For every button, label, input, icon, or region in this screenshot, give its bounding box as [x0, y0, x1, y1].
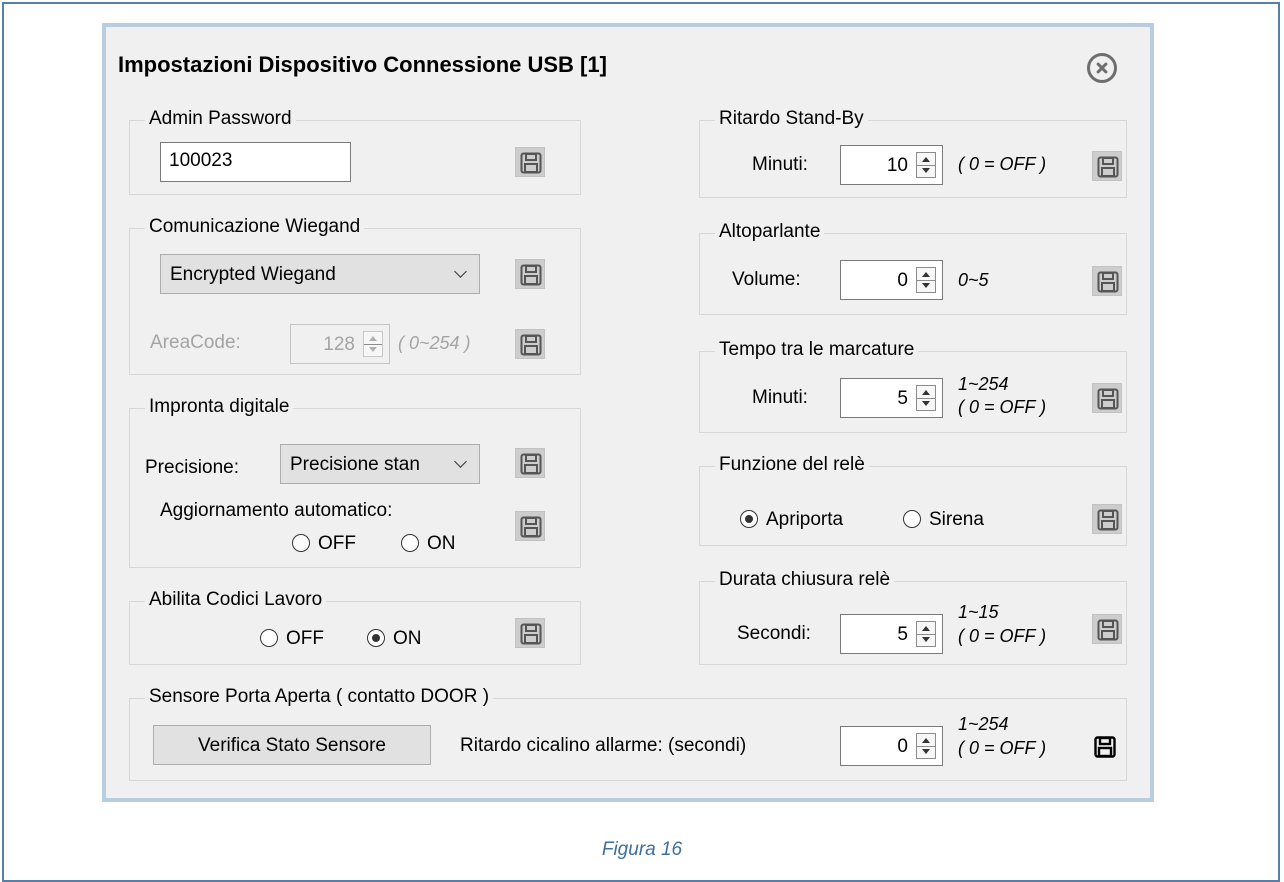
work-codes-off-label: OFF	[286, 628, 324, 649]
relay-duration-group: Durata chiusura relè Secondi: 5 1~15 ( 0…	[699, 568, 1127, 665]
relay-duration-value: 5	[897, 624, 908, 645]
areacode-hint: ( 0~254 )	[398, 333, 471, 353]
precision-select[interactable]: Precisione stan	[280, 444, 480, 484]
work-codes-on-label: ON	[393, 628, 422, 649]
relay-sirena-radio[interactable]: Sirena	[903, 508, 1003, 532]
spinner-arrows-icon[interactable]	[916, 621, 936, 647]
speaker-group: Altoparlante Volume: 0 0~5	[699, 220, 1127, 315]
save-icon[interactable]	[515, 448, 545, 478]
verify-sensor-button[interactable]: Verifica Stato Sensore	[153, 725, 431, 765]
close-icon[interactable]	[1087, 53, 1117, 83]
spinner-arrows-icon[interactable]	[916, 385, 936, 411]
admin-password-input[interactable]: 100023	[160, 142, 351, 182]
standby-group: Ritardo Stand-By Minuti: 10 ( 0 = OFF )	[699, 107, 1127, 198]
spinner-arrows-icon[interactable]	[363, 331, 383, 357]
standby-stepper[interactable]: 10	[840, 145, 943, 185]
save-icon[interactable]	[1089, 731, 1119, 761]
wiegand-legend: Comunicazione Wiegand	[145, 215, 365, 239]
areacode-stepper[interactable]: 128	[290, 324, 390, 364]
relay-duration-legend: Durata chiusura relè	[715, 568, 895, 592]
wiegand-mode-value: Encrypted Wiegand	[170, 264, 336, 285]
save-icon[interactable]	[1092, 151, 1122, 181]
save-icon[interactable]	[1092, 266, 1122, 296]
punch-interval-hint-off: ( 0 = OFF )	[958, 397, 1047, 417]
relay-duration-seconds-label: Secondi:	[737, 623, 811, 644]
speaker-volume-value: 0	[897, 270, 908, 291]
door-sensor-legend: Sensore Porta Aperta ( contatto DOOR )	[145, 685, 494, 709]
areacode-value: 128	[323, 334, 355, 355]
chevron-down-icon	[454, 265, 467, 278]
relay-function-legend: Funzione del relè	[715, 453, 869, 477]
wiegand-group: Comunicazione Wiegand Encrypted Wiegand …	[129, 215, 581, 375]
auto-update-off-radio[interactable]: OFF	[292, 532, 372, 556]
alarm-delay-value: 0	[897, 736, 908, 757]
relay-function-group: Funzione del relè Apriporta Sirena	[699, 453, 1127, 546]
settings-dialog: Impostazioni Dispositivo Connessione USB…	[102, 23, 1154, 802]
standby-value: 10	[886, 155, 908, 176]
auto-update-off-label: OFF	[318, 533, 356, 554]
save-icon[interactable]	[515, 618, 545, 648]
spinner-arrows-icon[interactable]	[916, 152, 936, 178]
work-codes-legend: Abilita Codici Lavoro	[145, 588, 327, 612]
relay-sirena-label: Sirena	[929, 509, 984, 530]
speaker-volume-label: Volume:	[732, 269, 801, 290]
save-icon[interactable]	[515, 259, 545, 289]
auto-update-label: Aggiornamento automatico:	[160, 500, 393, 521]
save-icon[interactable]	[515, 511, 545, 541]
relay-apriporta-label: Apriporta	[766, 509, 844, 530]
speaker-legend: Altoparlante	[715, 220, 825, 244]
standby-hint: ( 0 = OFF )	[958, 154, 1047, 174]
precision-label: Precisione:	[145, 457, 239, 478]
radio-unchecked-icon	[401, 534, 419, 552]
save-icon[interactable]	[1092, 504, 1122, 534]
areacode-label: AreaCode:	[150, 332, 241, 353]
dialog-title: Impostazioni Dispositivo Connessione USB…	[118, 52, 607, 77]
punch-interval-group: Tempo tra le marcature Minuti: 5 1~254 (…	[699, 338, 1127, 433]
fingerprint-legend: Impronta digitale	[145, 395, 294, 419]
speaker-hint: 0~5	[958, 270, 989, 290]
punch-interval-value: 5	[897, 388, 908, 409]
figure-caption: Figura 16	[601, 839, 683, 860]
door-sensor-group: Sensore Porta Aperta ( contatto DOOR ) V…	[129, 685, 1127, 781]
save-icon[interactable]	[1092, 383, 1122, 413]
admin-password-legend: Admin Password	[145, 107, 296, 131]
spinner-arrows-icon[interactable]	[916, 733, 936, 759]
standby-legend: Ritardo Stand-By	[715, 107, 868, 131]
auto-update-on-label: ON	[427, 533, 456, 554]
precision-value: Precisione stan	[290, 454, 420, 475]
radio-unchecked-icon	[260, 629, 278, 647]
work-codes-on-radio[interactable]: ON	[367, 627, 437, 651]
save-icon[interactable]	[515, 329, 545, 359]
work-codes-off-radio[interactable]: OFF	[260, 627, 340, 651]
radio-unchecked-icon	[903, 510, 921, 528]
save-icon[interactable]	[1092, 614, 1122, 644]
standby-minutes-label: Minuti:	[752, 154, 808, 175]
admin-password-group: Admin Password 100023	[129, 107, 581, 195]
relay-duration-hint-range: 1~15	[958, 602, 999, 622]
radio-unchecked-icon	[292, 534, 310, 552]
save-icon[interactable]	[515, 147, 545, 177]
relay-duration-hint-off: ( 0 = OFF )	[958, 626, 1047, 646]
alarm-delay-stepper[interactable]: 0	[840, 726, 943, 766]
auto-update-on-radio[interactable]: ON	[401, 532, 471, 556]
alarm-delay-hint-off: ( 0 = OFF )	[958, 738, 1047, 758]
relay-apriporta-radio[interactable]: Apriporta	[740, 508, 870, 532]
punch-interval-legend: Tempo tra le marcature	[715, 338, 919, 362]
punch-interval-minutes-label: Minuti:	[752, 387, 808, 408]
radio-checked-icon	[740, 510, 758, 528]
alarm-delay-label: Ritardo cicalino allarme: (secondi)	[460, 735, 747, 756]
work-codes-group: Abilita Codici Lavoro OFF ON	[129, 588, 581, 665]
radio-checked-icon	[367, 629, 385, 647]
chevron-down-icon	[454, 455, 467, 468]
spinner-arrows-icon[interactable]	[916, 267, 936, 293]
wiegand-mode-select[interactable]: Encrypted Wiegand	[160, 254, 480, 294]
relay-duration-stepper[interactable]: 5	[840, 614, 943, 654]
alarm-delay-hint-range: 1~254	[958, 714, 1009, 734]
fingerprint-group: Impronta digitale Precisione: Precisione…	[129, 395, 581, 568]
speaker-volume-stepper[interactable]: 0	[840, 260, 943, 300]
punch-interval-stepper[interactable]: 5	[840, 378, 943, 418]
punch-interval-hint-range: 1~254	[958, 374, 1009, 394]
